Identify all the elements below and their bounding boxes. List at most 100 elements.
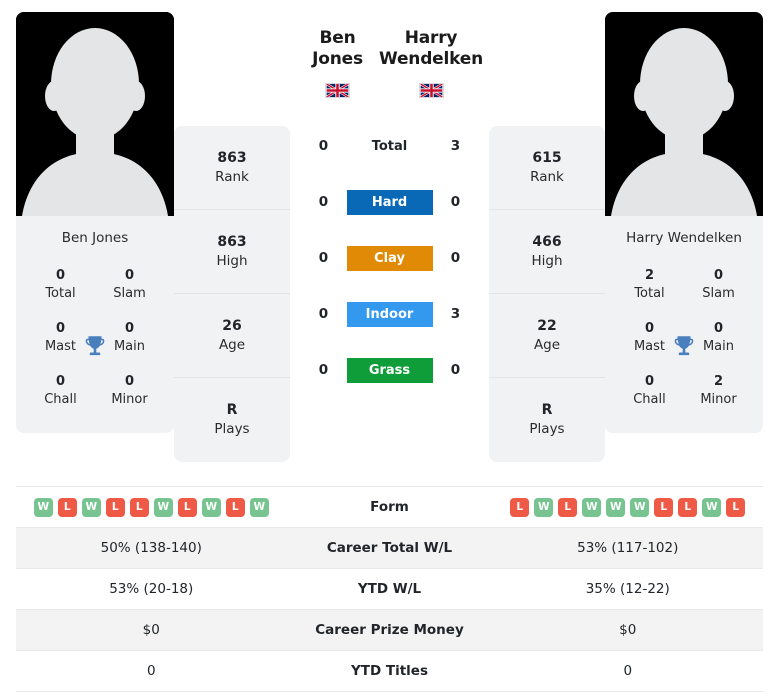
title-stat-chall: 0 Chall <box>26 364 95 417</box>
comparison-top-section: Ben Jones 0 Total 0 Slam 0 Mast 0 Main 0… <box>0 0 779 470</box>
form-badge-loss[interactable]: L <box>654 497 674 517</box>
value-right: 35% (12-22) <box>585 581 670 597</box>
form-badge-loss[interactable]: L <box>177 497 197 517</box>
player-header-right[interactable]: Harry Wendelken <box>379 28 483 98</box>
form-badge-win[interactable]: W <box>33 497 53 517</box>
title-stat-value: 0 <box>55 374 66 390</box>
titles-grid-right: 2 Total 0 Slam 0 Mast 0 Main 0 Chall 2 M… <box>605 258 763 433</box>
title-stat-label: Minor <box>111 391 148 407</box>
form-badge-win[interactable]: W <box>534 497 554 517</box>
value-left: 50% (138-140) <box>100 540 202 556</box>
stat-age-right: 22 Age <box>489 294 605 378</box>
stat-value: 863 <box>217 233 247 250</box>
value-left: 53% (20-18) <box>109 581 194 597</box>
title-stat-value: 0 <box>713 268 724 283</box>
table-row-ytd-wl: 53% (20-18) YTD W/L 35% (12-22) <box>16 569 763 610</box>
gb-flag-icon <box>325 82 350 98</box>
form-badge-win[interactable]: W <box>606 497 626 517</box>
surface-label-clay: Clay <box>346 245 433 271</box>
table-row-label: YTD Titles <box>351 663 428 679</box>
stat-high-left: 863 High <box>174 210 290 294</box>
title-stat-minor: 2 Minor <box>684 364 753 417</box>
surface-row-hard: 0 Hard 0 <box>296 174 483 230</box>
value-right: 53% (117-102) <box>577 540 679 556</box>
surface-score-right: 0 <box>450 362 461 378</box>
value-left: 0 <box>146 663 156 679</box>
stat-panel-right: 615 Rank 466 High 22 Age R Plays <box>489 126 605 462</box>
player-card-right[interactable]: Harry Wendelken 2 Total 0 Slam 0 Mast 0 … <box>605 12 763 434</box>
player-header-left[interactable]: Ben Jones <box>296 28 379 98</box>
title-stat-minor: 0 Minor <box>95 364 164 417</box>
title-stat-label: Minor <box>700 391 737 407</box>
table-row-form: WLWLLWLWLW Form LWLWWWLLWL <box>16 487 763 528</box>
h2h-comparison-page: Ben Jones 0 Total 0 Slam 0 Mast 0 Main 0… <box>0 0 779 699</box>
form-badge-loss[interactable]: L <box>129 497 149 517</box>
value-right: $0 <box>619 622 637 638</box>
form-badge-loss[interactable]: L <box>510 497 530 517</box>
stat-age-left: 26 Age <box>174 294 290 378</box>
surface-score-right: 3 <box>450 138 461 154</box>
trophy-icon <box>85 335 105 355</box>
title-stat-label: Chall <box>633 391 666 407</box>
form-badge-loss[interactable]: L <box>678 497 698 517</box>
title-stat-label: Total <box>45 285 76 301</box>
player-card-left[interactable]: Ben Jones 0 Total 0 Slam 0 Mast 0 Main 0… <box>16 12 174 434</box>
form-badge-loss[interactable]: L <box>225 497 245 517</box>
stat-high-right: 466 High <box>489 210 605 294</box>
stat-plays-right: R Plays <box>489 378 605 462</box>
table-row-ytd-titles: 0 YTD Titles 0 <box>16 651 763 692</box>
title-stat-label: Total <box>634 285 665 301</box>
trophy-icon <box>674 335 694 355</box>
title-stat-label: Chall <box>44 391 77 407</box>
surface-score-left: 0 <box>318 306 329 322</box>
form-strip-left: WLWLLWLWLW <box>33 497 269 517</box>
surface-row-total: 0 Total 3 <box>296 118 483 174</box>
player-names-row: Ben Jones Harry Wendelken <box>296 12 483 118</box>
stat-label: Age <box>533 336 561 353</box>
form-badge-win[interactable]: W <box>582 497 602 517</box>
title-stat-slam: 0 Slam <box>684 258 753 311</box>
surface-score-right: 3 <box>450 306 461 322</box>
form-badge-win[interactable]: W <box>81 497 101 517</box>
form-badge-loss[interactable]: L <box>726 497 746 517</box>
surface-score-right: 0 <box>450 250 461 266</box>
surface-label-grass: Grass <box>346 357 433 383</box>
form-cell-right: LWLWWWLLWL <box>493 497 764 517</box>
stat-panel-left: 863 Rank 863 High 26 Age R Plays <box>174 126 290 462</box>
title-stat-label: Slam <box>113 285 146 301</box>
form-badge-win[interactable]: W <box>630 497 650 517</box>
form-badge-loss[interactable]: L <box>105 497 125 517</box>
stat-label: Age <box>218 336 246 353</box>
stat-value: 466 <box>532 233 562 250</box>
form-badge-win[interactable]: W <box>153 497 173 517</box>
form-badge-win[interactable]: W <box>201 497 221 517</box>
table-row-label: Form <box>370 499 409 515</box>
form-badge-win[interactable]: W <box>249 497 269 517</box>
title-stat-slam: 0 Slam <box>95 258 164 311</box>
stat-plays-left: R Plays <box>174 378 290 462</box>
player-title-left: Ben Jones <box>312 28 363 70</box>
title-stat-value: 0 <box>124 268 135 283</box>
surface-breakdown: 0 Total 3 0 Hard 0 0 Clay 0 0 Indoor 3 0… <box>296 118 483 398</box>
table-row-label: Career Total W/L <box>326 540 453 556</box>
title-stat-value: 0 <box>644 374 655 390</box>
surface-score-left: 0 <box>318 250 329 266</box>
surface-label-indoor: Indoor <box>346 301 433 327</box>
title-stat-total: 2 Total <box>615 258 684 311</box>
form-badge-win[interactable]: W <box>702 497 722 517</box>
stat-value: 26 <box>222 317 242 334</box>
title-stat-chall: 0 Chall <box>615 364 684 417</box>
value-right: 0 <box>623 663 633 679</box>
form-cell-left: WLWLLWLWLW <box>16 497 287 517</box>
titles-grid-left: 0 Total 0 Slam 0 Mast 0 Main 0 Chall 0 M… <box>16 258 174 433</box>
gb-flag-icon <box>418 82 444 98</box>
surface-score-left: 0 <box>318 194 329 210</box>
table-row-label: Career Prize Money <box>315 622 464 638</box>
form-badge-loss[interactable]: L <box>558 497 578 517</box>
form-badge-loss[interactable]: L <box>57 497 77 517</box>
form-strip-right: LWLWWWLLWL <box>510 497 746 517</box>
surface-row-indoor: 0 Indoor 3 <box>296 286 483 342</box>
stat-rank-left: 863 Rank <box>174 126 290 210</box>
surface-score-left: 0 <box>318 138 329 154</box>
stat-value: 863 <box>217 149 247 166</box>
